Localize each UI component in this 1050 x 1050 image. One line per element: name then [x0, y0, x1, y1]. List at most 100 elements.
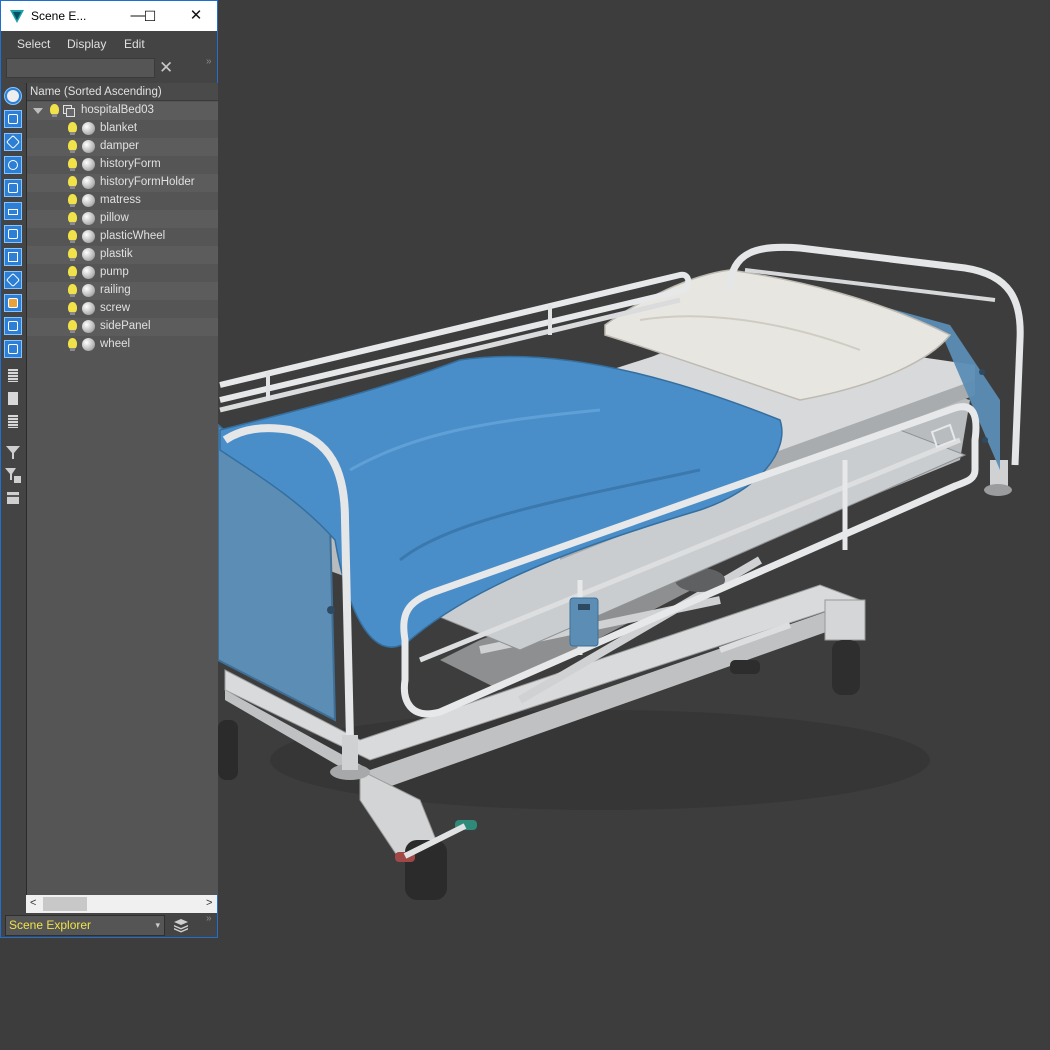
toolbar-expander-icon[interactable]: »: [206, 56, 212, 67]
filter-icon[interactable]: [4, 443, 22, 461]
light-bulb-icon[interactable]: [68, 338, 77, 351]
scroll-left-button[interactable]: <: [30, 897, 36, 909]
tree-row[interactable]: plasticWheel: [27, 228, 218, 246]
geometry-sphere-icon[interactable]: [82, 266, 95, 279]
geometry-sphere-icon[interactable]: [82, 194, 95, 207]
light-bulb-icon[interactable]: [68, 212, 77, 225]
explorer-selector[interactable]: Scene Explorer ▾: [5, 915, 165, 936]
search-input[interactable]: [6, 58, 155, 78]
menu-edit[interactable]: Edit: [124, 37, 145, 51]
tree-row-label: screw: [100, 302, 131, 314]
display-none-icon[interactable]: [4, 87, 22, 105]
tree-row[interactable]: historyForm: [27, 156, 218, 174]
display-bones-icon[interactable]: [4, 294, 22, 312]
geometry-sphere-icon[interactable]: [82, 284, 95, 297]
window-title: Scene E...: [31, 9, 87, 23]
geometry-sphere-icon[interactable]: [82, 158, 95, 171]
explorer-name: Scene Explorer: [9, 918, 92, 932]
tree-row-label: railing: [100, 284, 131, 296]
display-geometry-icon[interactable]: [4, 110, 22, 128]
display-xrefs-icon[interactable]: [4, 271, 22, 289]
geometry-sphere-icon[interactable]: [82, 302, 95, 315]
light-bulb-icon[interactable]: [68, 284, 77, 297]
light-bulb-icon[interactable]: [68, 122, 77, 135]
light-bulb-icon[interactable]: [68, 248, 77, 261]
menu-display[interactable]: Display: [67, 37, 106, 51]
collapse-arrow-icon[interactable]: [33, 108, 43, 114]
light-bulb-icon[interactable]: [68, 266, 77, 279]
tree-row-label: historyForm: [100, 158, 161, 170]
horizontal-scrollbar[interactable]: < >: [26, 895, 217, 913]
scene-explorer-window[interactable]: Scene E... — ☐ ✕ Select Display Edit ✕ »: [0, 0, 218, 938]
tree-row-label: damper: [100, 140, 139, 152]
tree-row-label: pump: [100, 266, 129, 278]
clear-search-icon[interactable]: ✕: [159, 58, 173, 78]
sync-selection-icon[interactable]: [4, 489, 22, 507]
geometry-sphere-icon[interactable]: [82, 212, 95, 225]
close-button[interactable]: ✕: [185, 5, 207, 27]
display-groups-icon[interactable]: [4, 248, 22, 266]
display-hidden-icon[interactable]: [4, 390, 22, 408]
geometry-sphere-icon[interactable]: [82, 230, 95, 243]
display-all-icon[interactable]: [4, 367, 22, 385]
light-bulb-icon[interactable]: [68, 230, 77, 243]
tree-row[interactable]: plastik: [27, 246, 218, 264]
display-shapes-icon[interactable]: [4, 133, 22, 151]
scroll-thumb[interactable]: [43, 897, 87, 911]
geometry-sphere-icon[interactable]: [82, 176, 95, 189]
geometry-sphere-icon[interactable]: [82, 122, 95, 135]
display-containers-icon[interactable]: [4, 317, 22, 335]
group-icon: [63, 105, 75, 117]
tree-row[interactable]: wheel: [27, 336, 218, 354]
display-cameras-icon[interactable]: [4, 179, 22, 197]
menu-select[interactable]: Select: [17, 37, 50, 51]
tree-row[interactable]: matress: [27, 192, 218, 210]
geometry-sphere-icon[interactable]: [82, 338, 95, 351]
tree-row-label: wheel: [100, 338, 131, 350]
geometry-sphere-icon[interactable]: [82, 320, 95, 333]
scroll-right-button[interactable]: >: [206, 897, 212, 909]
title-bar[interactable]: Scene E... — ☐ ✕: [1, 1, 217, 31]
tree-row-root[interactable]: hospitalBed03: [27, 102, 218, 120]
bottom-expander-icon[interactable]: »: [206, 913, 212, 924]
light-bulb-icon[interactable]: [68, 194, 77, 207]
tree-row[interactable]: pillow: [27, 210, 218, 228]
display-frozen-icon[interactable]: [4, 340, 22, 358]
light-bulb-icon[interactable]: [68, 176, 77, 189]
filter-options-icon[interactable]: [4, 466, 22, 484]
tree-row[interactable]: historyFormHolder: [27, 174, 218, 192]
menu-bar: Select Display Edit: [1, 31, 217, 55]
light-bulb-icon[interactable]: [50, 104, 59, 117]
tree-row-label: sidePanel: [100, 320, 151, 332]
light-bulb-icon[interactable]: [68, 302, 77, 315]
column-header-name[interactable]: Name (Sorted Ascending): [27, 83, 218, 101]
display-lights-icon[interactable]: [4, 156, 22, 174]
tree-row-label: plasticWheel: [100, 230, 166, 242]
display-spacewarps-icon[interactable]: [4, 225, 22, 243]
display-filter-toolbar: [1, 83, 25, 913]
display-helpers-icon[interactable]: [4, 202, 22, 220]
search-row: ✕: [1, 55, 217, 81]
tree-row-label: blanket: [100, 122, 138, 134]
tree-row[interactable]: sidePanel: [27, 318, 218, 336]
app-3dsmax-icon: [10, 10, 24, 23]
tree-row[interactable]: damper: [27, 138, 218, 156]
display-invert-icon[interactable]: [4, 413, 22, 431]
tree-row[interactable]: pump: [27, 264, 218, 282]
tree-row-label: plastik: [100, 248, 133, 260]
maximize-button[interactable]: ☐: [139, 5, 161, 27]
light-bulb-icon[interactable]: [68, 158, 77, 171]
scene-tree[interactable]: Name (Sorted Ascending) hospitalBed03 bl…: [26, 83, 218, 895]
layers-icon[interactable]: [173, 917, 189, 933]
tree-row[interactable]: blanket: [27, 120, 218, 138]
geometry-sphere-icon[interactable]: [82, 248, 95, 261]
light-bulb-icon[interactable]: [68, 320, 77, 333]
geometry-sphere-icon[interactable]: [82, 140, 95, 153]
tree-row[interactable]: screw: [27, 300, 218, 318]
light-bulb-icon[interactable]: [68, 140, 77, 153]
tree-row[interactable]: railing: [27, 282, 218, 300]
tree-row-label: pillow: [100, 212, 129, 224]
tree-row-label: historyFormHolder: [100, 176, 195, 188]
chevron-down-icon: ▾: [155, 920, 160, 930]
explorer-bottom-bar: Scene Explorer ▾ »: [1, 913, 217, 937]
